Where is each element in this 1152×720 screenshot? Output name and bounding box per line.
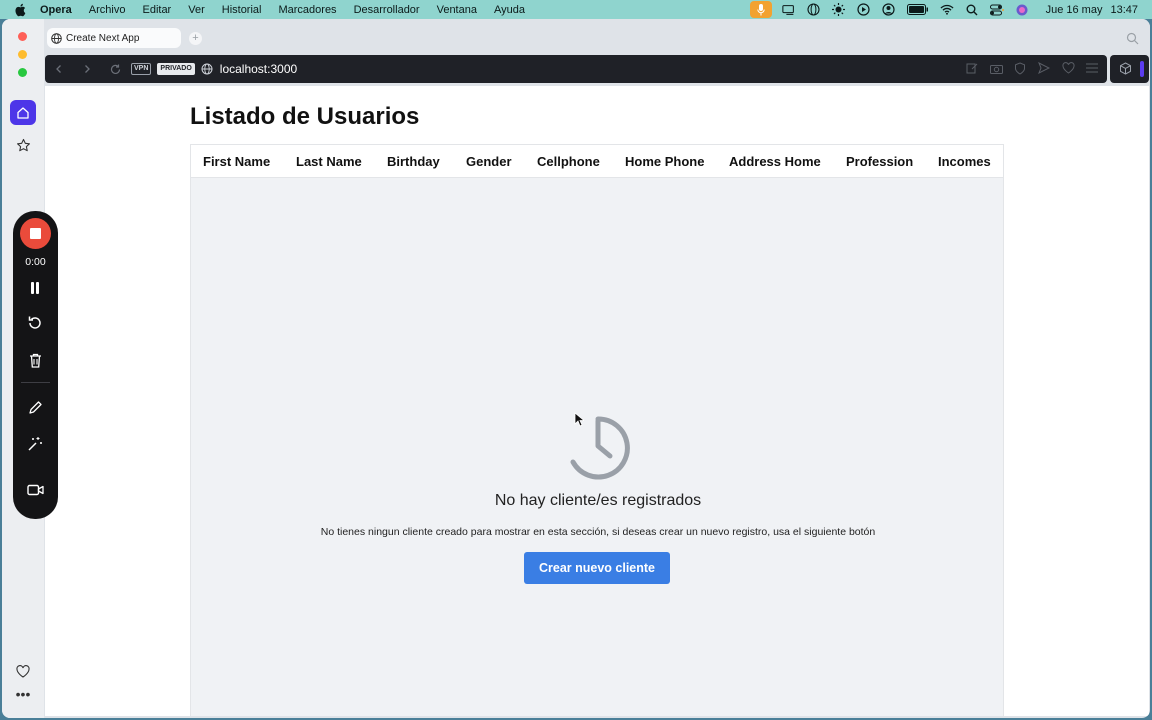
close-window-button[interactable] [18,32,27,41]
column-header: Home Phone [625,154,705,169]
screen-mirror-icon[interactable] [781,3,796,17]
tab-strip: Create Next App + [44,19,1150,53]
column-header: Profession [846,154,914,169]
sidebar-panel-indicator[interactable] [1140,61,1144,77]
private-badge: PRIVADO [157,63,195,75]
back-icon[interactable] [51,61,67,77]
camera-record-icon[interactable] [26,481,44,499]
pause-icon[interactable] [26,279,44,297]
empty-state-text: No tienes ningun cliente creado para mos… [320,526,876,538]
menu-editar[interactable]: Editar [142,4,171,16]
menu-app-name[interactable]: Opera [40,4,72,16]
minimize-window-button[interactable] [18,50,27,59]
stop-recording-button[interactable] [20,218,51,249]
magic-wand-icon[interactable] [26,435,44,453]
siri-icon[interactable] [1015,3,1029,17]
cube-icon[interactable] [1119,62,1132,75]
new-tab-button[interactable]: + [189,32,202,45]
apple-icon[interactable] [14,3,30,17]
tab-title: Create Next App [66,32,140,44]
edit-icon[interactable] [965,61,979,75]
column-header: Address Home [729,154,821,169]
url-field[interactable]: localhost:3000 [220,62,297,76]
web-page: Listado de Usuarios First Name Last Name… [45,86,1149,716]
battery-icon[interactable] [906,3,929,17]
address-bar: VPN PRIVADO localhost:3000 [45,55,1107,83]
column-header: Last Name [296,154,362,169]
camera-icon[interactable] [989,61,1003,75]
extensions-area [1110,55,1149,83]
pencil-icon[interactable] [26,398,44,416]
wifi-icon[interactable] [940,3,954,17]
brightness-icon[interactable] [832,3,846,17]
site-info-icon[interactable] [201,63,213,75]
menubar-date[interactable]: Jue 16 may [1046,4,1103,16]
maximize-window-button[interactable] [18,68,27,77]
column-header: Incomes [938,154,991,169]
home-icon[interactable] [10,100,36,125]
vpn-badge[interactable]: VPN [131,63,152,75]
heart-icon[interactable] [14,662,32,680]
menu-bar: Opera Archivo Editar Ver Historial Marca… [0,0,1152,19]
column-header: First Name [203,154,271,169]
forward-icon[interactable] [79,61,95,77]
create-client-button[interactable]: Crear nuevo cliente [524,552,670,584]
screen-recorder-toolbar: 0:00 [13,211,58,519]
menu-archivo[interactable]: Archivo [89,4,126,16]
reload-icon[interactable] [107,61,123,77]
menu-ayuda[interactable]: Ayuda [494,4,525,16]
menu-historial[interactable]: Historial [222,4,262,16]
control-center-icon[interactable] [989,3,1004,17]
users-table: First Name Last Name Birthday Gender Cel… [190,144,1004,716]
menu-marcadores[interactable]: Marcadores [278,4,336,16]
mouse-cursor-icon [574,412,586,427]
recording-timer: 0:00 [25,256,46,268]
easy-setup-icon[interactable] [1085,61,1099,75]
microphone-icon[interactable] [749,1,772,18]
more-icon[interactable]: ••• [14,686,32,702]
empty-state-title: No hay cliente/es registrados [494,492,702,509]
user-icon[interactable] [882,3,896,17]
page-title: Listado de Usuarios [190,103,420,130]
spotlight-search-icon[interactable] [965,3,979,17]
menu-ver[interactable]: Ver [188,4,205,16]
stop-icon [30,228,41,239]
shield-icon[interactable] [1013,61,1027,75]
menubar-time[interactable]: 13:47 [1110,4,1138,16]
browser-window: ••• Create Next App + VPN PRIVADO localh… [2,19,1150,718]
tab-create-next-app[interactable]: Create Next App [47,28,181,48]
globe-status-icon[interactable] [807,3,821,17]
trash-icon[interactable] [26,351,44,369]
tab-search-icon[interactable] [1126,32,1140,46]
column-header: Gender [466,154,512,169]
toolbar-divider [21,382,50,383]
heart-bookmark-icon[interactable] [1061,61,1075,75]
table-header: First Name Last Name Birthday Gender Cel… [191,145,1003,178]
menu-desarrollador[interactable]: Desarrollador [354,4,420,16]
globe-favicon-icon [51,32,62,44]
column-header: Birthday [387,154,440,169]
play-icon[interactable] [857,3,871,17]
menu-ventana[interactable]: Ventana [437,4,477,16]
restart-icon[interactable] [26,314,44,332]
column-header: Cellphone [537,154,600,169]
send-icon[interactable] [1037,61,1051,75]
star-icon[interactable] [14,136,32,154]
